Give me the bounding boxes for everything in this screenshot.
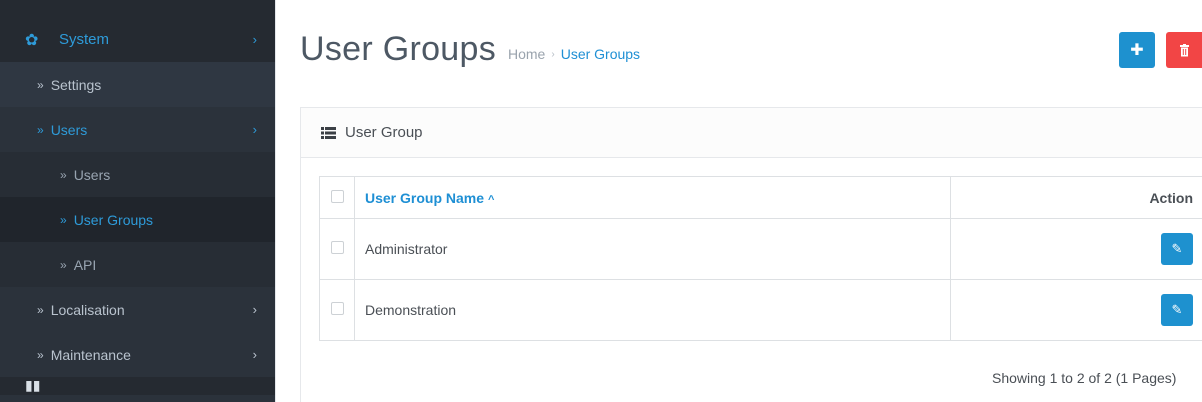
name-column-header[interactable]: User Group Name ^ [354, 176, 951, 219]
sidebar-item-localisation[interactable]: » Localisation › [0, 287, 275, 332]
action-column-header: Action [950, 176, 1202, 219]
table-row: Administrator ✎ [319, 218, 1202, 280]
page-title: User Groups [300, 30, 497, 68]
row-action-cell: ✎ [950, 279, 1202, 341]
user-group-panel: User Group User Group Name ^ Action Admi… [300, 107, 1202, 402]
sidebar-item-api[interactable]: » API [0, 242, 275, 287]
breadcrumb: Home › User Groups [508, 46, 640, 62]
sidebar-item-users-group[interactable]: » Users › [0, 107, 275, 152]
sort-ascending-icon: ^ [487, 193, 495, 206]
breadcrumb-home[interactable]: Home [508, 46, 545, 62]
double-chevron-icon: » [37, 77, 44, 92]
row-name: Demonstration [354, 279, 951, 341]
chevron-right-icon: › [252, 122, 257, 137]
sidebar-item-label: API [73, 256, 97, 273]
pencil-icon: ✎ [1171, 241, 1183, 256]
panel-heading: User Group [301, 108, 1202, 158]
row-select-cell [319, 218, 355, 280]
row-action-cell: ✎ [950, 218, 1202, 280]
sidebar-item-maintenance[interactable]: » Maintenance › [0, 332, 275, 377]
table-header-row: User Group Name ^ Action [319, 176, 1202, 219]
row-checkbox[interactable] [330, 241, 344, 254]
sidebar-item-label: User Groups [73, 211, 154, 228]
pencil-icon: ✎ [1171, 302, 1183, 317]
list-icon [321, 126, 336, 139]
gear-icon: ✿ [25, 31, 39, 49]
page-header: User Groups Home › User Groups ✚ [276, 0, 1202, 90]
pagination-info: Showing 1 to 2 of 2 (1 Pages) [992, 370, 1177, 386]
breadcrumb-separator-icon: › [551, 48, 555, 60]
sidebar-item-users[interactable]: » Users [0, 152, 275, 197]
double-chevron-icon: » [37, 347, 44, 362]
sidebar-item-label: Maintenance [50, 346, 131, 363]
double-chevron-icon: » [37, 302, 44, 317]
user-group-table: User Group Name ^ Action Administrator ✎… [319, 176, 1202, 341]
plus-icon: ✚ [1130, 42, 1144, 59]
chevron-right-icon: › [252, 32, 257, 47]
sidebar: ✿ System › » Settings » Users › » Users … [0, 0, 275, 402]
double-chevron-icon: » [60, 212, 67, 227]
sidebar-item-label: Users [73, 166, 111, 183]
sidebar-item-user-groups[interactable]: » User Groups [0, 197, 275, 242]
sidebar-item-label: System [59, 31, 110, 48]
panel-title: User Group [345, 124, 423, 141]
edit-button[interactable]: ✎ [1161, 233, 1193, 265]
double-chevron-icon: » [60, 257, 67, 272]
table-row: Demonstration ✎ [319, 279, 1202, 341]
row-select-cell [319, 279, 355, 341]
add-button[interactable]: ✚ [1119, 32, 1155, 68]
chevron-right-icon: › [252, 347, 257, 362]
double-chevron-icon: » [60, 167, 67, 182]
sidebar-top [0, 0, 275, 17]
sidebar-item-reports[interactable]: ▮▮ [0, 377, 275, 395]
select-all-checkbox[interactable] [330, 189, 344, 203]
sidebar-item-settings[interactable]: » Settings [0, 62, 275, 107]
delete-button[interactable] [1166, 32, 1202, 68]
chevron-right-icon: › [252, 302, 257, 317]
select-all-cell [319, 176, 355, 219]
sidebar-item-label: Localisation [50, 301, 125, 318]
name-column-label[interactable]: User Group Name [365, 190, 484, 206]
row-name: Administrator [354, 218, 951, 280]
sidebar-item-label: Settings [50, 76, 102, 93]
bar-chart-icon: ▮▮ [25, 377, 41, 393]
main-content: User Groups Home › User Groups ✚ User Gr… [275, 0, 1202, 402]
trash-icon [1180, 43, 1189, 56]
double-chevron-icon: » [37, 122, 44, 137]
sidebar-item-label: Users [50, 121, 88, 138]
sidebar-item-system[interactable]: ✿ System › [0, 17, 275, 62]
row-checkbox[interactable] [330, 302, 344, 315]
breadcrumb-current[interactable]: User Groups [561, 46, 640, 62]
edit-button[interactable]: ✎ [1161, 294, 1193, 326]
